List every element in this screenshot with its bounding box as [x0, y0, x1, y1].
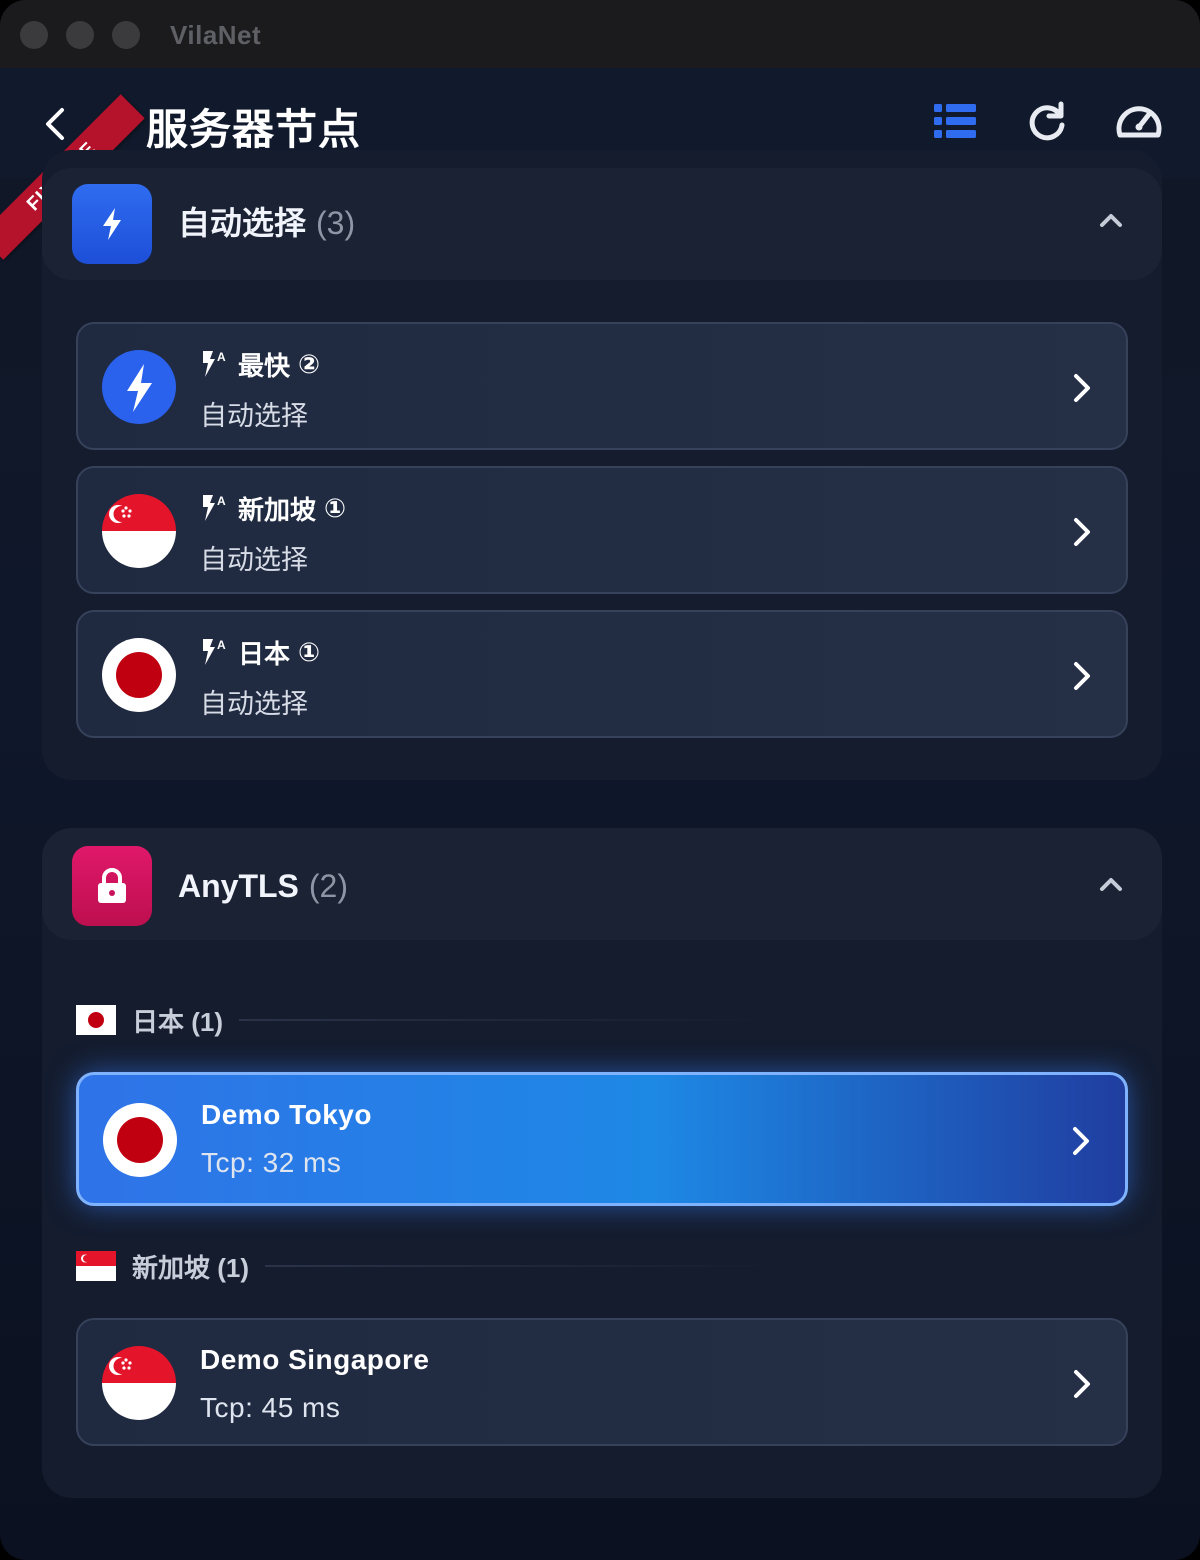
- node-row-demo-singapore[interactable]: Demo Singapore Tcp: 45 ms: [76, 1318, 1128, 1446]
- chevron-right-icon: [1066, 658, 1098, 694]
- refresh-icon: [1025, 99, 1069, 148]
- node-title-row: 新加坡 ①: [200, 490, 346, 526]
- section-header-japan: 日本 (1): [76, 1003, 1128, 1037]
- node-subtitle: 自动选择: [200, 401, 308, 431]
- chevron-right-icon: [1066, 370, 1098, 406]
- node-subtitle: 自动选择: [200, 689, 308, 719]
- back-arrow-icon[interactable]: [36, 104, 76, 144]
- window-title: VilaNet: [170, 20, 262, 50]
- group-count: (2): [308, 868, 348, 904]
- japan-flag-icon: [76, 1005, 116, 1035]
- section-label-text: 新加坡 (1): [132, 1252, 250, 1283]
- node-row-singapore-auto[interactable]: 新加坡 ① 自动选择: [76, 466, 1128, 594]
- singapore-flag-icon: [76, 1251, 116, 1281]
- section-label-text: 日本 (1): [132, 1006, 224, 1037]
- group-title: AnyTLS (2): [178, 868, 348, 905]
- node-count-badge: ①: [298, 636, 321, 667]
- title-bar: VilaNet: [0, 0, 1200, 68]
- zoom-window-button[interactable]: [112, 21, 140, 49]
- lightning-icon: [72, 184, 152, 264]
- refresh-button[interactable]: [1022, 98, 1072, 148]
- chevron-right-icon: [1065, 1123, 1097, 1159]
- page-title: 服务器节点: [146, 106, 362, 153]
- auto-select-icon: [200, 637, 230, 667]
- group-title-text: AnyTLS: [178, 868, 299, 904]
- speedometer-icon: [1114, 99, 1164, 148]
- node-name: 新加坡: [238, 494, 317, 525]
- node-name: 最快: [238, 350, 291, 381]
- node-name: 日本: [238, 638, 291, 669]
- minimize-window-button[interactable]: [66, 21, 94, 49]
- chevron-right-icon: [1066, 514, 1098, 550]
- node-row-demo-tokyo[interactable]: Demo Tokyo Tcp: 32 ms: [76, 1072, 1128, 1206]
- node-title-row: 日本 ①: [200, 634, 320, 670]
- group-anytls: AnyTLS(2) 日本 (1) Demo Tokyo Tcp: 32 ms: [42, 828, 1162, 1498]
- japan-flag-icon: [103, 1103, 177, 1177]
- node-title-row: 最快 ②: [200, 346, 320, 382]
- group-auto-select: 自动选择 (3) 最快 ② 自动选择 新加坡 ① 自动选择 日本 ① 自动选择: [42, 150, 1162, 780]
- node-name: Demo Tokyo: [201, 1099, 372, 1130]
- section-divider: [239, 1019, 1128, 1021]
- group-header-anytls[interactable]: AnyTLS (2): [42, 828, 1162, 940]
- group-header-auto-select[interactable]: 自动选择 (3): [42, 168, 1162, 280]
- chevron-up-icon[interactable]: [1096, 870, 1126, 900]
- node-name: Demo Singapore: [200, 1344, 430, 1375]
- group-title: 自动选择 (3): [178, 198, 355, 244]
- section-divider: [265, 1265, 1128, 1267]
- chevron-up-icon[interactable]: [1096, 206, 1126, 236]
- list-icon: [932, 101, 978, 146]
- node-latency: Tcp: 45 ms: [200, 1392, 341, 1423]
- auto-select-icon: [200, 349, 230, 379]
- node-row-fastest[interactable]: 最快 ② 自动选择: [76, 322, 1128, 450]
- node-latency: Tcp: 32 ms: [201, 1147, 342, 1178]
- singapore-flag-icon: [102, 1346, 176, 1420]
- chevron-right-icon: [1066, 1366, 1098, 1402]
- node-count-badge: ①: [324, 492, 347, 523]
- group-title-text: 自动选择: [178, 205, 307, 241]
- lock-icon: [72, 846, 152, 926]
- group-count: (3): [316, 205, 356, 241]
- node-count-badge: ②: [298, 348, 321, 379]
- list-view-button[interactable]: [930, 98, 980, 148]
- app-window: VilaNet 服务器节点 自动选择 (3) 最快 ② 自动选择 新加坡 ① 自…: [0, 0, 1200, 1560]
- lightning-icon: [102, 350, 176, 424]
- singapore-flag-icon: [102, 494, 176, 568]
- close-window-button[interactable]: [20, 21, 48, 49]
- node-subtitle: 自动选择: [200, 545, 308, 575]
- auto-select-icon: [200, 493, 230, 523]
- japan-flag-icon: [102, 638, 176, 712]
- section-header-singapore: 新加坡 (1): [76, 1249, 1128, 1283]
- node-row-japan-auto[interactable]: 日本 ① 自动选择: [76, 610, 1128, 738]
- speed-test-button[interactable]: [1114, 98, 1164, 148]
